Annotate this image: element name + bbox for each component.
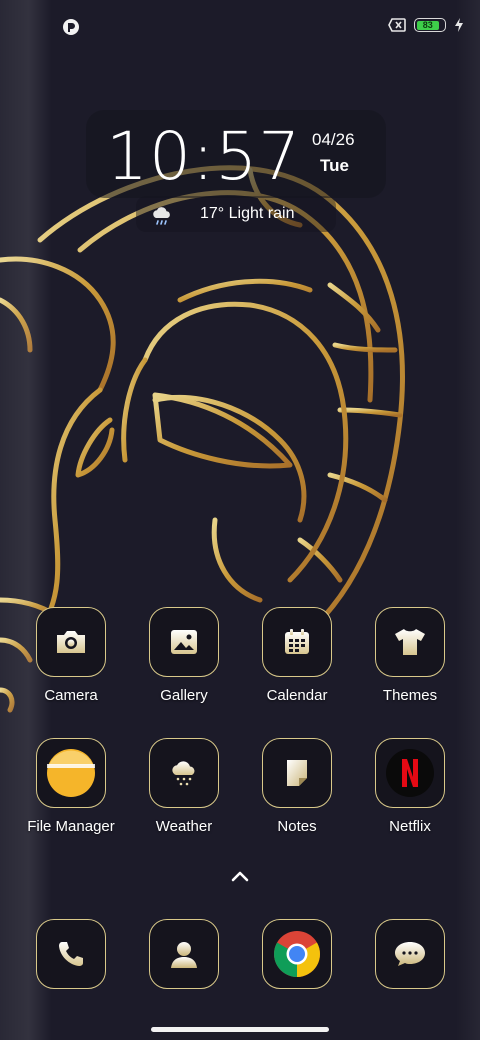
app-notes[interactable]: Notes <box>242 738 352 835</box>
weather-text: 17° Light rain <box>200 205 295 222</box>
note-icon <box>287 760 307 786</box>
dock-contacts-tile[interactable] <box>149 919 219 989</box>
no-sim-icon <box>388 18 406 32</box>
app-gallery[interactable]: Gallery <box>129 607 239 704</box>
calendar-icon <box>285 629 309 654</box>
app-label: Calendar <box>266 687 328 704</box>
weather-widget[interactable]: 17° Light rain <box>136 196 336 232</box>
clock-date: 04/26 <box>312 130 355 149</box>
folder-icon <box>47 749 95 797</box>
snow-cloud-icon <box>172 761 195 786</box>
rain-cloud-icon <box>153 207 170 225</box>
app-camera-tile[interactable] <box>36 607 106 677</box>
app-label: Netflix <box>389 818 431 835</box>
dock-phone-tile[interactable] <box>36 919 106 989</box>
app-notes-tile[interactable] <box>262 738 332 808</box>
app-weather[interactable]: Weather <box>129 738 239 835</box>
notification-app-icon <box>62 18 80 36</box>
wallpaper-edge-left <box>0 0 52 1040</box>
app-themes[interactable]: Themes <box>355 607 465 704</box>
netflix-icon <box>386 749 434 797</box>
app-netflix-tile[interactable] <box>375 738 445 808</box>
app-label: Gallery <box>160 687 208 704</box>
battery-icon: 83 <box>414 18 446 32</box>
dock-messages[interactable] <box>355 919 465 989</box>
app-file-manager-tile[interactable] <box>36 738 106 808</box>
chrome-icon <box>274 931 320 977</box>
chevron-up-icon[interactable] <box>228 868 252 884</box>
clock-widget[interactable]: 10:57 04/26 Tue <box>86 110 386 198</box>
messages-icon <box>395 942 425 966</box>
clock-time: 10:57 <box>106 118 302 195</box>
app-label: Camera <box>44 687 98 704</box>
charging-bolt-icon <box>455 18 463 32</box>
dock-messages-tile[interactable] <box>375 919 445 989</box>
app-file-manager[interactable]: File Manager <box>16 738 126 835</box>
app-label: Themes <box>382 687 438 704</box>
battery-fill: 83 <box>416 19 439 30</box>
battery-level-text: 83 <box>422 19 433 30</box>
app-calendar-tile[interactable] <box>262 607 332 677</box>
clock-day: Tue <box>320 156 349 175</box>
status-bar-right: 83 <box>388 18 464 32</box>
dock-contacts[interactable] <box>129 919 239 989</box>
app-calendar[interactable]: Calendar <box>242 607 352 704</box>
contacts-icon <box>171 942 197 968</box>
app-label: Notes <box>277 818 317 835</box>
image-icon <box>171 630 197 654</box>
wallpaper-edge-right <box>456 0 480 1040</box>
home-indicator[interactable] <box>151 1027 329 1032</box>
dock-chrome[interactable] <box>242 919 352 989</box>
app-netflix[interactable]: Netflix <box>355 738 465 835</box>
app-weather-tile[interactable] <box>149 738 219 808</box>
tshirt-icon <box>395 629 425 655</box>
dock-chrome-tile[interactable] <box>262 919 332 989</box>
app-label: File Manager <box>27 818 115 835</box>
app-camera[interactable]: Camera <box>16 607 126 704</box>
phone-icon <box>59 942 83 966</box>
camera-icon <box>57 631 85 653</box>
app-gallery-tile[interactable] <box>149 607 219 677</box>
app-label: Weather <box>155 818 213 835</box>
app-themes-tile[interactable] <box>375 607 445 677</box>
dock-phone[interactable] <box>16 919 126 989</box>
